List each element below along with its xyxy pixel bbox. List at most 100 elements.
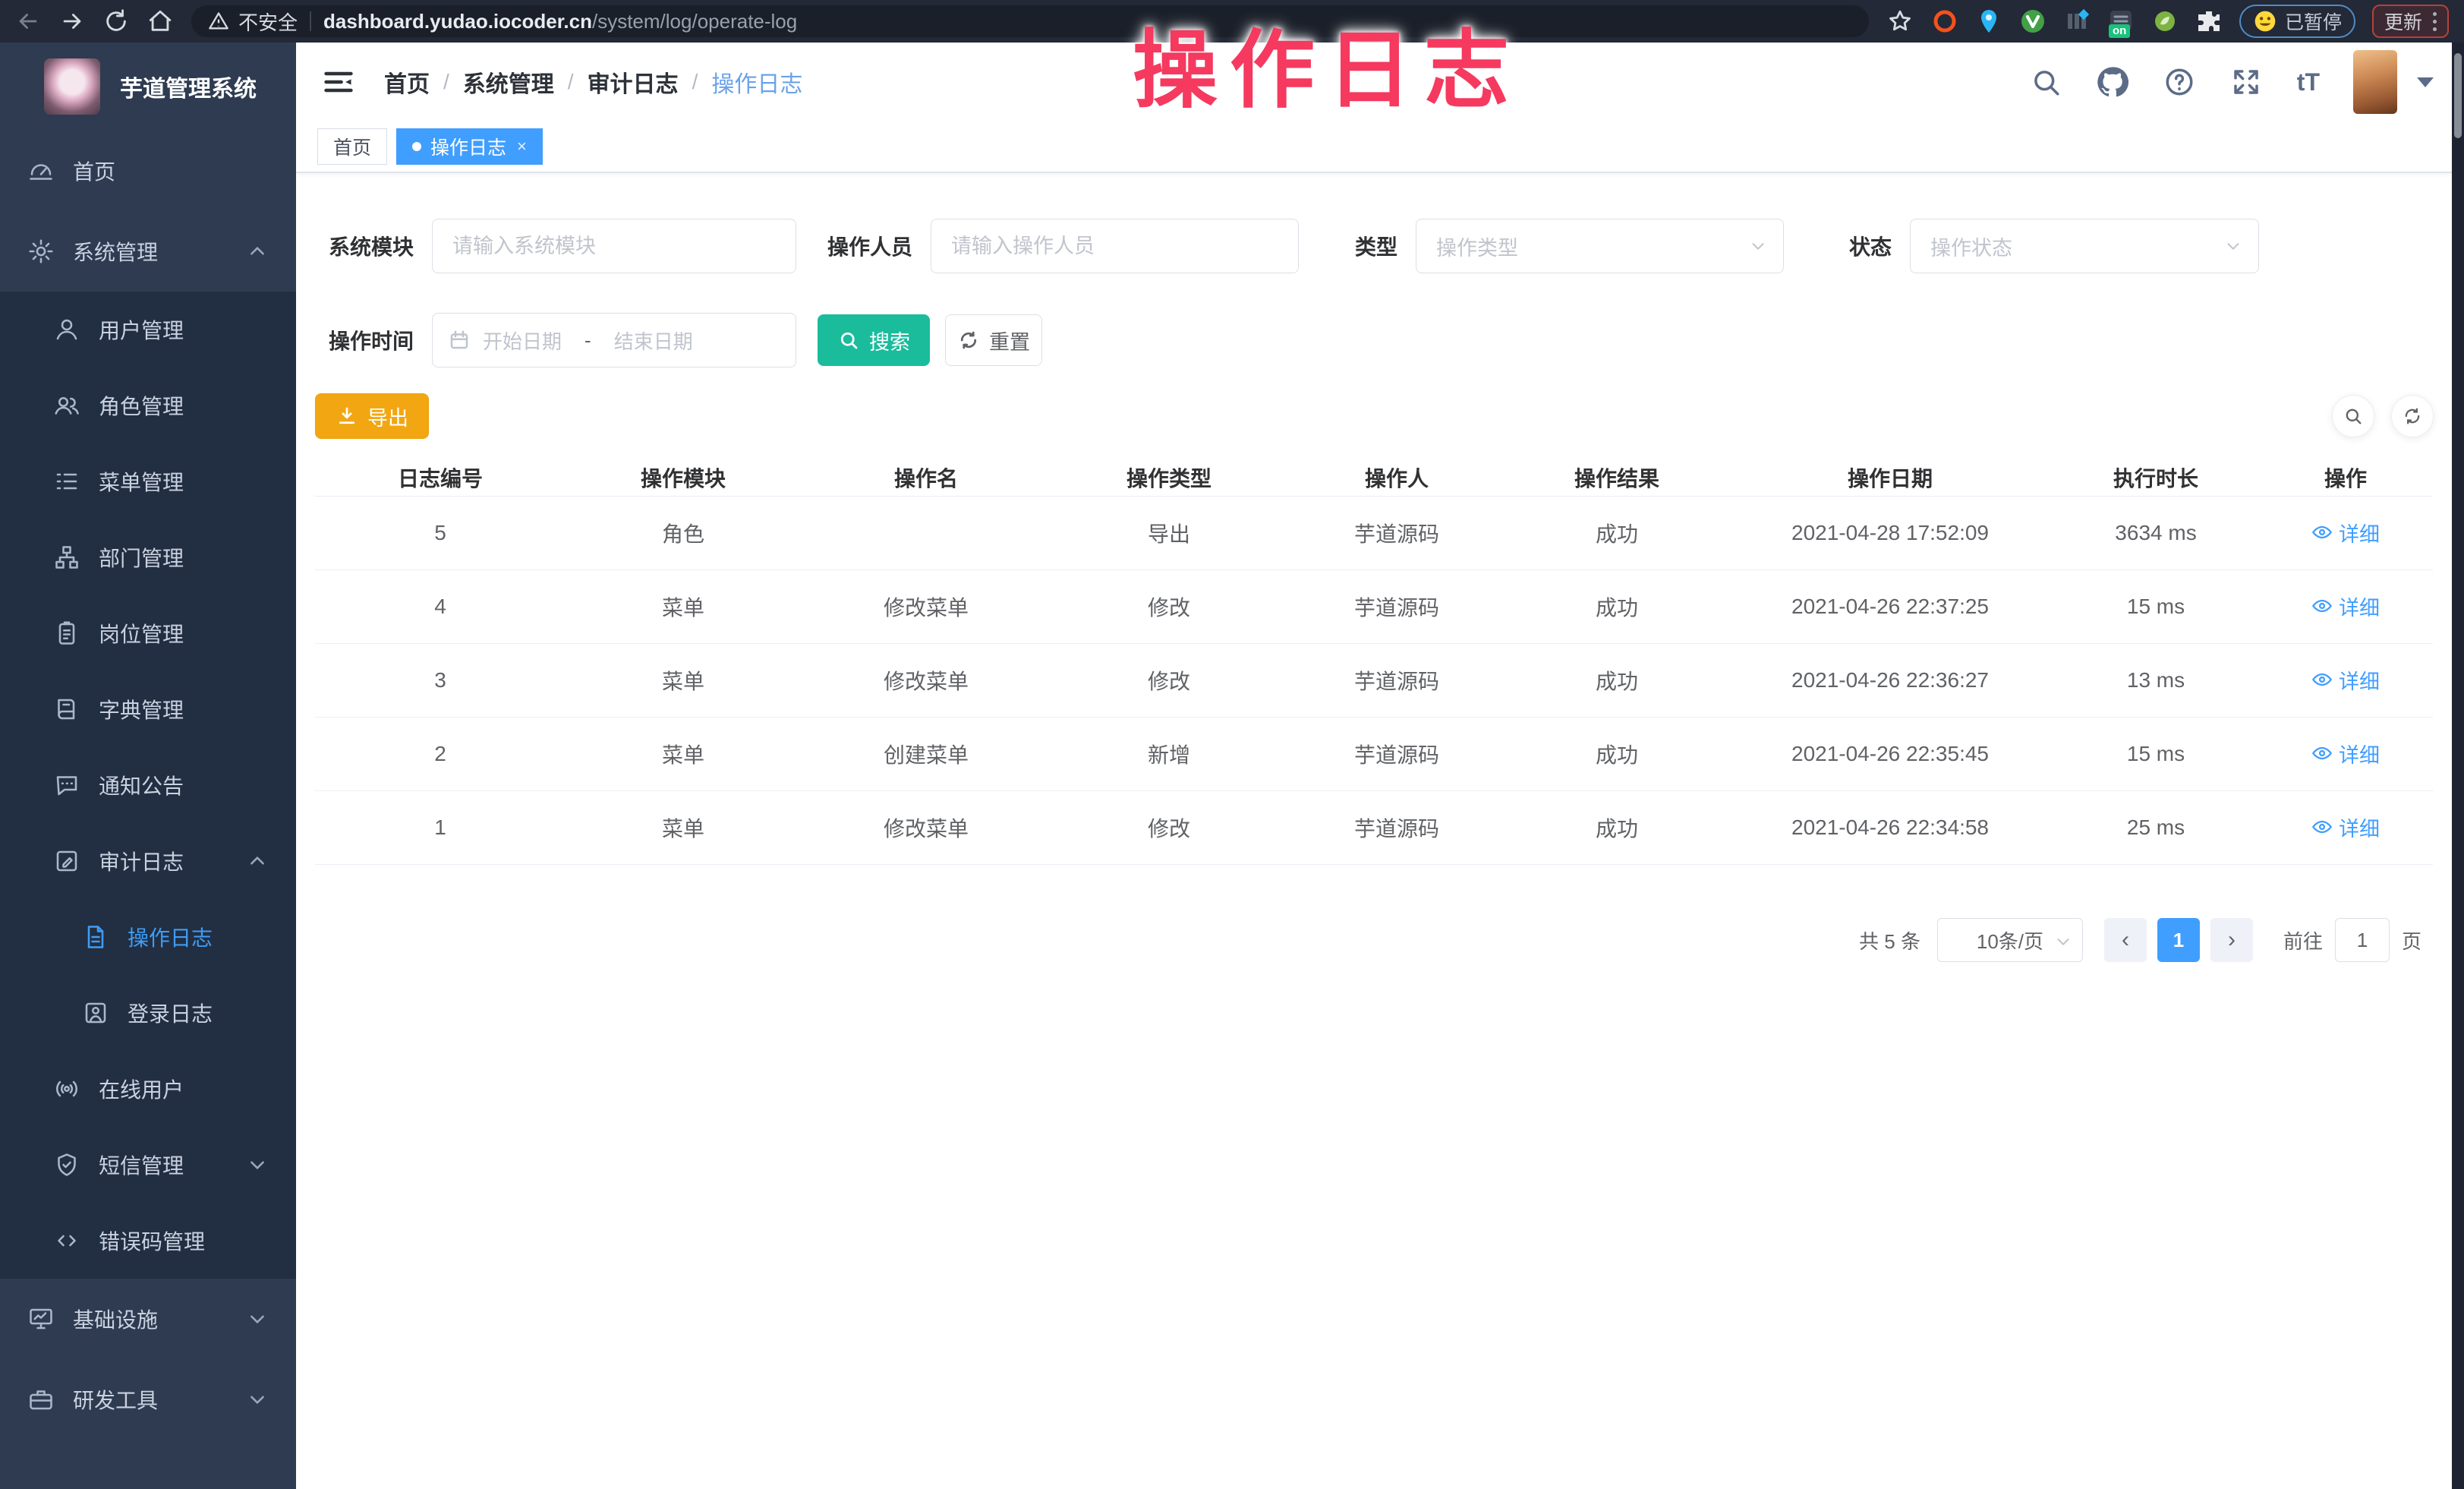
bookmark-star-icon[interactable] xyxy=(1887,8,1913,34)
sidebar-item-dev-tools[interactable]: 研发工具 xyxy=(0,1359,296,1440)
sidebar-item-errcode-management[interactable]: 错误码管理 xyxy=(0,1203,296,1279)
goto-page-input[interactable] xyxy=(2335,918,2390,962)
export-button[interactable]: 导出 xyxy=(315,393,429,439)
extension-blue-pin-icon[interactable] xyxy=(1975,8,2002,35)
total-count: 共 5 条 xyxy=(1859,926,1920,954)
extension-green-v-icon[interactable] xyxy=(2019,8,2047,35)
id-badge-icon xyxy=(53,620,80,647)
type-select[interactable]: 操作类型 xyxy=(1416,219,1784,273)
refresh-icon xyxy=(957,329,980,352)
gear-icon xyxy=(27,238,55,265)
breadcrumb: 首页 / 系统管理 / 审计日志 / 操作日志 xyxy=(384,65,802,99)
breadcrumb-system[interactable]: 系统管理 xyxy=(463,65,554,99)
search-icon[interactable] xyxy=(2030,66,2062,98)
sidebar-item-dept-management[interactable]: 部门管理 xyxy=(0,519,296,595)
search-button[interactable]: 搜索 xyxy=(818,314,930,366)
update-label: 更新 xyxy=(2384,8,2422,35)
browser-menu-icon[interactable] xyxy=(2433,12,2437,31)
tab-home[interactable]: 首页 xyxy=(317,128,387,165)
sidebar-item-home[interactable]: 首页 xyxy=(0,131,296,211)
table-toolbar: 导出 xyxy=(315,393,2464,439)
download-icon xyxy=(336,405,358,427)
fullscreen-icon[interactable] xyxy=(2230,66,2262,98)
pagination: 共 5 条 10条/页 ‹ 1 › 前往 页 xyxy=(315,918,2464,962)
reload-icon[interactable] xyxy=(103,8,129,34)
detail-link[interactable]: 详细 xyxy=(2311,812,2380,842)
window-scrollbar[interactable] xyxy=(2452,43,2464,1489)
sidebar-item-operate-log[interactable]: 操作日志 xyxy=(0,899,296,975)
eye-icon xyxy=(2311,669,2333,690)
magnifier-icon xyxy=(837,329,860,352)
operator-input[interactable] xyxy=(931,219,1299,273)
goto-label: 前往 xyxy=(2283,926,2323,954)
sidebar-item-audit-log[interactable]: 审计日志 xyxy=(0,823,296,899)
home-icon[interactable] xyxy=(147,8,173,34)
help-icon[interactable] xyxy=(2163,66,2195,98)
extension-puzzle-icon[interactable] xyxy=(2195,8,2223,35)
refresh-table-button[interactable] xyxy=(2391,395,2434,437)
main-area: 首页 / 系统管理 / 审计日志 / 操作日志 tT 首页 操作日 xyxy=(296,43,2464,1489)
sidebar-item-role-management[interactable]: 角色管理 xyxy=(0,368,296,443)
paused-extension-pill[interactable]: 已暂停 xyxy=(2239,5,2355,38)
next-page-button[interactable]: › xyxy=(2210,918,2253,962)
detail-link[interactable]: 详细 xyxy=(2311,518,2380,547)
table-row: 3 菜单 修改菜单 修改 芋道源码 成功 2021-04-26 22:36:27… xyxy=(315,644,2433,718)
sidebar-item-post-management[interactable]: 岗位管理 xyxy=(0,595,296,671)
avatar-caret-icon[interactable] xyxy=(2417,77,2434,87)
app-logo-block[interactable]: 芋道管理系统 xyxy=(0,43,296,131)
start-date-placeholder[interactable]: 开始日期 xyxy=(483,327,562,355)
chevron-up-icon xyxy=(247,241,267,261)
sidebar-item-sms-management[interactable]: 短信管理 xyxy=(0,1127,296,1203)
sidebar-item-dict-management[interactable]: 字典管理 xyxy=(0,671,296,747)
page-size-select[interactable]: 10条/页 xyxy=(1937,918,2083,962)
detail-link[interactable]: 详细 xyxy=(2311,591,2380,621)
calendar-icon xyxy=(448,329,471,352)
sidebar-fold-icon[interactable] xyxy=(322,65,355,99)
address-bar[interactable]: 不安全 dashboard.yudao.iocoder.cn /system/l… xyxy=(191,5,1869,37)
extension-orange-ring-icon[interactable] xyxy=(1931,8,1958,35)
end-date-placeholder[interactable]: 结束日期 xyxy=(614,327,693,355)
avatar[interactable] xyxy=(2353,50,2397,114)
extension-switch-icon[interactable]: on xyxy=(2107,8,2135,35)
detail-link[interactable]: 详细 xyxy=(2311,739,2380,768)
forward-icon[interactable] xyxy=(59,8,85,34)
chevron-down-icon xyxy=(2225,238,2242,254)
sidebar-item-system-management[interactable]: 系统管理 xyxy=(0,211,296,292)
date-range-picker[interactable]: 开始日期 - 结束日期 xyxy=(432,313,796,368)
back-icon[interactable] xyxy=(15,8,41,34)
filter-row-1: 系统模块 操作人员 类型 操作类型 状态 操作状态 xyxy=(315,219,2464,273)
status-label: 状态 xyxy=(1843,231,1892,261)
insecure-warning-icon xyxy=(208,11,229,32)
font-size-icon[interactable]: tT xyxy=(2297,68,2320,96)
extension-columns-icon[interactable] xyxy=(2063,8,2091,35)
github-icon[interactable] xyxy=(2097,66,2128,98)
reset-button[interactable]: 重置 xyxy=(945,314,1042,366)
document-icon xyxy=(82,923,109,951)
app-title: 芋道管理系统 xyxy=(120,70,257,103)
sidebar-item-notice[interactable]: 通知公告 xyxy=(0,747,296,823)
tab-operate-log[interactable]: 操作日志 × xyxy=(396,128,543,165)
shield-icon xyxy=(53,1151,80,1178)
prev-page-button[interactable]: ‹ xyxy=(2104,918,2147,962)
detail-link[interactable]: 详细 xyxy=(2311,665,2380,695)
close-tab-icon[interactable]: × xyxy=(517,137,527,156)
sidebar-item-menu-management[interactable]: 菜单管理 xyxy=(0,443,296,519)
extension-green-leaf-icon[interactable] xyxy=(2151,8,2179,35)
browser-update-button[interactable]: 更新 xyxy=(2372,5,2449,38)
scrollbar-thumb[interactable] xyxy=(2454,53,2462,138)
table-header-row: 日志编号 操作模块 操作名 操作类型 操作人 操作结果 操作日期 执行时长 操作 xyxy=(315,459,2433,497)
code-icon xyxy=(53,1227,80,1254)
sidebar-item-login-log[interactable]: 登录日志 xyxy=(0,975,296,1051)
sidebar-item-online-users[interactable]: 在线用户 xyxy=(0,1051,296,1127)
page-1-button[interactable]: 1 xyxy=(2157,918,2200,962)
breadcrumb-audit-log[interactable]: 审计日志 xyxy=(588,65,679,99)
sidebar-item-infrastructure[interactable]: 基础设施 xyxy=(0,1279,296,1359)
status-select[interactable]: 操作状态 xyxy=(1910,219,2259,273)
sidebar-item-user-management[interactable]: 用户管理 xyxy=(0,292,296,368)
toggle-search-button[interactable] xyxy=(2332,395,2374,437)
chevron-down-icon xyxy=(2055,932,2072,948)
module-input[interactable] xyxy=(432,219,796,273)
eye-icon xyxy=(2311,743,2333,764)
table-row: 5 角色 导出 芋道源码 成功 2021-04-28 17:52:09 3634… xyxy=(315,497,2433,570)
breadcrumb-home[interactable]: 首页 xyxy=(384,65,430,99)
